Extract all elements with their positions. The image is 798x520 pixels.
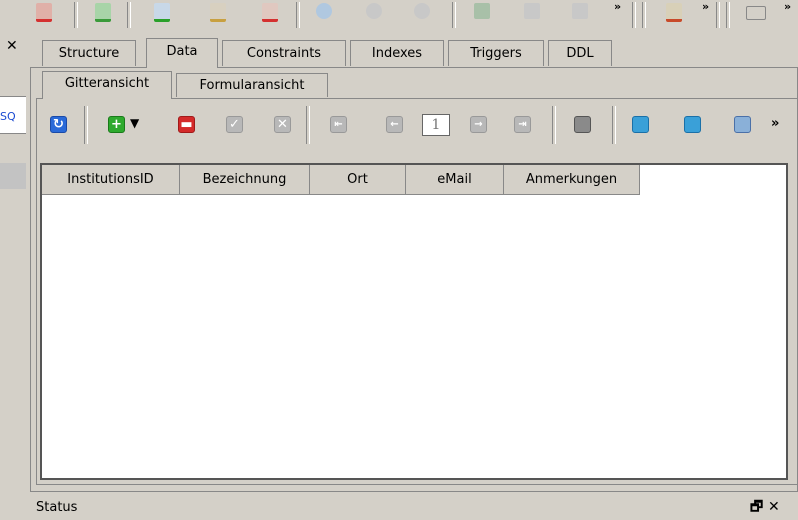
toolbar-separator xyxy=(642,2,646,28)
toolbar-overflow-chevron[interactable]: » xyxy=(614,0,621,13)
layout-icon[interactable] xyxy=(746,6,766,20)
page-number-input[interactable]: 1 xyxy=(422,114,450,136)
next-page-icon[interactable]: → xyxy=(470,116,487,133)
chevron-down-icon[interactable]: ▼ xyxy=(130,116,139,130)
first-page-icon[interactable]: ⇤ xyxy=(330,116,347,133)
last-page-icon[interactable]: ⇥ xyxy=(514,116,531,133)
edit-link-icon[interactable] xyxy=(366,3,382,19)
toolbar-overflow-chevron[interactable]: » xyxy=(784,0,791,13)
edit-column-icon[interactable] xyxy=(210,3,226,22)
toolbar-separator xyxy=(452,2,456,28)
add-key-icon[interactable] xyxy=(474,3,490,19)
fit-columns-icon[interactable] xyxy=(632,116,649,133)
remove-table-icon[interactable] xyxy=(36,3,52,22)
edit-icon[interactable] xyxy=(666,3,682,22)
toolbar-separator xyxy=(632,2,636,28)
column-header-ort[interactable]: Ort xyxy=(310,165,406,195)
status-panel xyxy=(26,494,798,511)
left-panel-field-text: SQ xyxy=(0,110,16,123)
tab-indexes[interactable]: Indexes xyxy=(350,40,444,66)
toolbar-separator xyxy=(612,106,616,144)
status-controls: 🗗 ✕ xyxy=(750,496,780,520)
column-header-anmerkungen[interactable]: Anmerkungen xyxy=(504,165,640,195)
refresh-icon[interactable]: ↻ xyxy=(50,116,67,133)
toolbar-separator xyxy=(74,2,78,28)
remove-key-icon[interactable] xyxy=(572,3,588,19)
toolbar-separator xyxy=(726,2,730,28)
toolbar-overflow-chevron[interactable]: » xyxy=(702,0,709,13)
auto-size-icon[interactable] xyxy=(684,116,701,133)
status-title: Status xyxy=(36,500,78,515)
close-icon[interactable]: ✕ xyxy=(768,499,780,515)
left-panel-highlight[interactable] xyxy=(0,163,26,189)
refresh-table-icon[interactable] xyxy=(95,3,111,22)
data-grid[interactable]: InstitutionsID Bezeichnung Ort eMail Anm… xyxy=(40,163,788,480)
add-column-icon[interactable] xyxy=(154,3,170,22)
subtab-gitteransicht[interactable]: Gitteransicht xyxy=(42,71,172,99)
add-link-icon[interactable] xyxy=(316,3,332,19)
subtab-formularansicht[interactable]: Formularansicht xyxy=(176,73,328,97)
print-icon[interactable] xyxy=(574,116,591,133)
toolbar-separator xyxy=(127,2,131,28)
restore-icon[interactable]: 🗗 xyxy=(750,499,763,515)
toolbar-overflow-chevron[interactable]: » xyxy=(771,116,779,131)
filter-icon[interactable] xyxy=(734,116,751,133)
edit-key-icon[interactable] xyxy=(524,3,540,19)
toolbar-separator xyxy=(84,106,88,144)
tab-constraints[interactable]: Constraints xyxy=(222,40,346,66)
close-icon[interactable]: ✕ xyxy=(6,38,18,54)
toolbar-separator xyxy=(716,2,720,28)
tab-ddl[interactable]: DDL xyxy=(548,40,612,66)
confirm-icon[interactable]: ✓ xyxy=(226,116,243,133)
tab-triggers[interactable]: Triggers xyxy=(448,40,544,66)
previous-page-icon[interactable]: ← xyxy=(386,116,403,133)
toolbar-separator xyxy=(552,106,556,144)
tab-structure[interactable]: Structure xyxy=(42,40,136,66)
drop-column-icon[interactable] xyxy=(262,3,278,22)
tab-data[interactable]: Data xyxy=(146,38,218,68)
add-row-icon[interactable]: + xyxy=(108,116,125,133)
column-header-bezeichnung[interactable]: Bezeichnung xyxy=(180,165,310,195)
grid-header-row: InstitutionsID Bezeichnung Ort eMail Anm… xyxy=(42,165,640,195)
delete-row-icon[interactable]: ▬ xyxy=(178,116,195,133)
column-header-institutionsid[interactable]: InstitutionsID xyxy=(42,165,180,195)
column-header-email[interactable]: eMail xyxy=(406,165,504,195)
cancel-icon[interactable]: ✕ xyxy=(274,116,291,133)
remove-link-icon[interactable] xyxy=(414,3,430,19)
main-toolbar: » » » xyxy=(0,0,798,32)
toolbar-separator xyxy=(296,2,300,28)
toolbar-separator xyxy=(306,106,310,144)
